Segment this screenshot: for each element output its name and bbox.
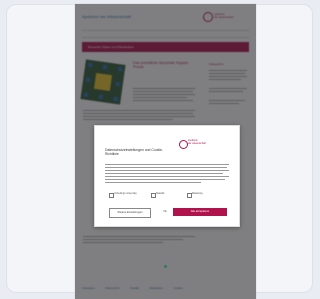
ok-button[interactable]: Ok [159,208,171,216]
option-label: Marketing [192,191,203,195]
more-settings-button[interactable]: Weitere Einstellungen [109,208,151,218]
cookie-consent-dialog: Datenschutzeinstellungen und Cookie-Rich… [94,125,240,227]
logo-circle-icon [179,140,188,149]
consent-text-line [105,167,227,168]
consent-logo: spektrum der wissenschaft [179,139,233,150]
accept-all-button[interactable]: Alle akzeptieren [173,208,227,216]
option-label: Unbedingt notwendig [114,191,137,195]
consent-logo-text: spektrum der wissenschaft [188,139,206,145]
consent-text-line [105,179,225,180]
consent-text-line [105,176,229,177]
option-label: Statistik [156,191,165,195]
consent-text-line [105,164,229,165]
consent-title: Datenschutzeinstellungen und Cookie-Rich… [105,148,164,157]
consent-text-line [105,170,229,171]
pager-dot-icon[interactable] [164,265,167,268]
consent-text-line [105,173,223,174]
consent-text-line [105,182,201,183]
